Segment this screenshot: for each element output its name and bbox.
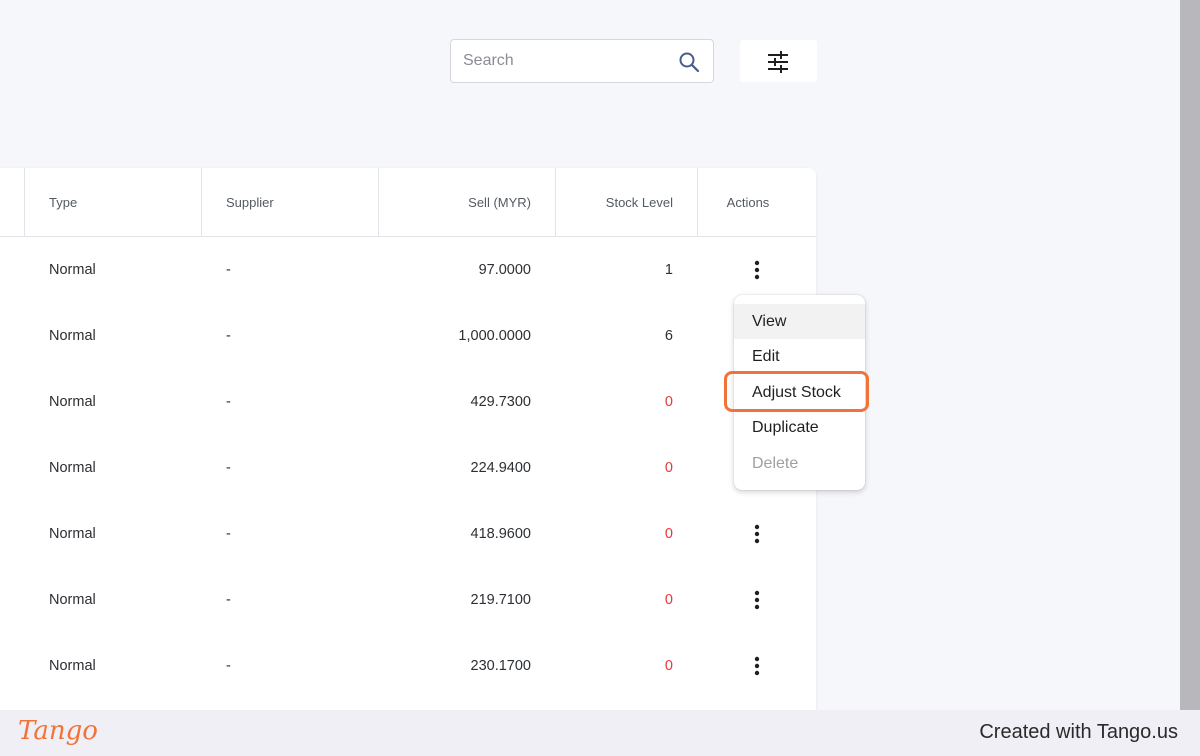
cell-type: Normal <box>49 328 96 344</box>
cell-sell-price: 224.9400 <box>470 460 531 476</box>
table-row[interactable]: Normal - 429.7300 0 <box>0 369 816 435</box>
cell-supplier: - <box>226 460 231 476</box>
table-row[interactable]: Normal - 1,000.0000 6 <box>0 303 816 369</box>
cell-type: Normal <box>49 460 96 476</box>
cell-sell-price: 1,000.0000 <box>458 328 531 344</box>
cell-sell-price: 97.0000 <box>478 262 531 278</box>
cell-supplier: - <box>226 526 231 542</box>
row-actions-menu: View Edit Adjust Stock Duplicate Delete <box>734 295 865 490</box>
search-icon[interactable] <box>677 50 701 74</box>
cell-supplier: - <box>226 592 231 608</box>
cell-type: Normal <box>49 592 96 608</box>
cell-stock-level: 0 <box>664 526 673 542</box>
table-row[interactable]: Normal - 418.9600 0 <box>0 501 816 567</box>
cell-sell-price: 219.7100 <box>470 592 531 608</box>
search-input[interactable] <box>463 40 668 82</box>
sliders-icon <box>768 51 788 73</box>
cell-type: Normal <box>49 262 96 278</box>
column-header-sell[interactable]: Sell (MYR) <box>378 168 531 236</box>
more-actions-icon[interactable] <box>745 522 769 546</box>
more-actions-icon[interactable] <box>745 654 769 678</box>
column-separator <box>24 168 25 236</box>
menu-item-duplicate[interactable]: Duplicate <box>734 410 865 445</box>
column-header-actions: Actions <box>726 195 770 210</box>
cell-stock-level: 6 <box>664 328 673 344</box>
menu-item-delete: Delete <box>752 455 799 472</box>
cell-supplier: - <box>226 328 231 344</box>
table-row[interactable]: Normal - 230.1700 0 <box>0 633 816 699</box>
cell-stock-level: 0 <box>664 460 673 476</box>
menu-item-edit[interactable]: Edit <box>734 339 865 374</box>
cell-type: Normal <box>49 526 96 542</box>
search-box[interactable] <box>450 39 714 83</box>
menu-item-adjust-stock[interactable]: Adjust Stock <box>734 375 865 410</box>
table-row[interactable]: Normal - 97.0000 1 <box>0 237 816 303</box>
cell-supplier: - <box>226 394 231 410</box>
cell-supplier: - <box>226 658 231 674</box>
column-separator <box>201 168 202 236</box>
cell-supplier: - <box>226 262 231 278</box>
cell-stock-level: 0 <box>664 592 673 608</box>
tango-footer: Tango Created with Tango.us <box>0 710 1200 756</box>
cell-type: Normal <box>49 394 96 410</box>
cell-type: Normal <box>49 658 96 674</box>
products-table: Type Supplier Sell (MYR) Stock Level Act… <box>0 168 816 710</box>
column-header-supplier[interactable]: Supplier <box>226 168 274 236</box>
filter-button[interactable] <box>740 40 817 82</box>
more-actions-icon[interactable] <box>745 588 769 612</box>
app-window: Type Supplier Sell (MYR) Stock Level Act… <box>0 0 1180 710</box>
more-actions-icon[interactable] <box>745 258 769 282</box>
cell-sell-price: 230.1700 <box>470 658 531 674</box>
table-row[interactable]: Normal - 224.9400 0 <box>0 435 816 501</box>
column-header-type[interactable]: Type <box>49 168 77 236</box>
table-header: Type Supplier Sell (MYR) Stock Level Act… <box>0 168 816 237</box>
tango-logo: Tango <box>18 716 98 746</box>
scrollbar-thumb[interactable] <box>1180 0 1200 710</box>
table-row[interactable]: Normal - 219.7100 0 <box>0 567 816 633</box>
cell-sell-price: 418.9600 <box>470 526 531 542</box>
menu-item-view[interactable]: View <box>734 304 865 339</box>
cell-stock-level: 0 <box>664 394 673 410</box>
cell-stock-level: 1 <box>664 262 673 278</box>
column-header-stock-level[interactable]: Stock Level <box>555 168 673 236</box>
created-with-text: Created with Tango.us <box>979 721 1178 743</box>
cell-stock-level: 0 <box>664 658 673 674</box>
cell-sell-price: 429.7300 <box>470 394 531 410</box>
